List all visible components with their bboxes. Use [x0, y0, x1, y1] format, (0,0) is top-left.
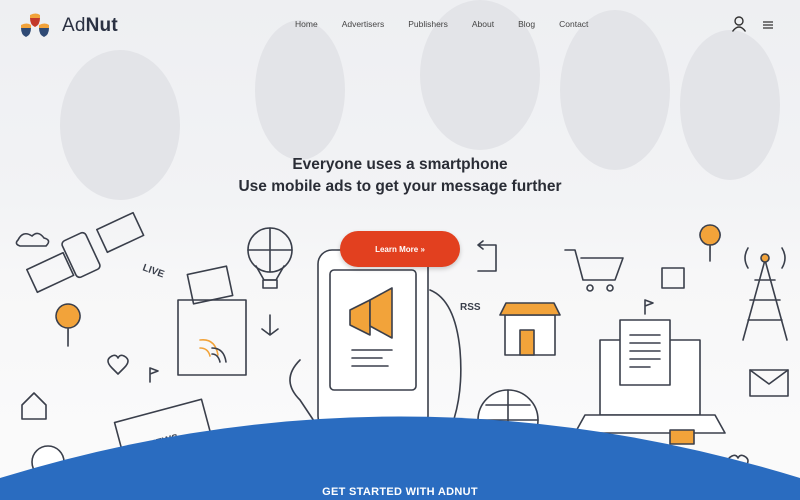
brand-name: AdNut — [62, 15, 118, 36]
live-label: LIVE — [141, 262, 166, 280]
user-icon[interactable] — [731, 16, 747, 32]
brand-logo[interactable]: AdNut — [18, 12, 118, 40]
rss-label: RSS — [460, 302, 481, 313]
hero-line-1: Everyone uses a smartphone — [292, 156, 508, 173]
mailbox-icon — [177, 265, 247, 376]
map-pin-icon — [699, 224, 721, 262]
flag-icon — [644, 299, 654, 315]
smartphone-icon — [289, 249, 462, 451]
satellite-icon — [26, 211, 145, 294]
heart-icon — [727, 454, 749, 475]
nav-item-contact[interactable]: Contact — [559, 19, 588, 29]
nav-item-home[interactable]: Home — [295, 19, 318, 29]
radio-tower-icon — [742, 247, 788, 341]
store-icon — [499, 302, 561, 356]
hero-line-2: Use mobile ads to get your message furth… — [238, 178, 562, 195]
gift-icon — [661, 267, 685, 289]
site-header: AdNut Home Advertisers Publishers About … — [0, 0, 800, 50]
nav-item-blog[interactable]: Blog — [518, 19, 535, 29]
news-label: NEWS — [148, 432, 180, 450]
map-pin-icon — [55, 303, 81, 347]
flag-icon — [149, 367, 159, 383]
wifi-icon — [211, 347, 227, 363]
hamburger-menu-icon[interactable] — [763, 21, 773, 29]
main-nav: Home Advertisers Publishers About Blog C… — [295, 19, 612, 29]
nav-item-publishers[interactable]: Publishers — [408, 19, 448, 29]
arrow-down-icon — [261, 314, 279, 336]
hero-headline: Everyone uses a smartphone Use mobile ad… — [0, 154, 800, 198]
get-started-heading: GET STARTED WITH ADNUT — [322, 486, 478, 498]
house-icon — [21, 392, 47, 420]
nav-item-advertisers[interactable]: Advertisers — [342, 19, 385, 29]
learn-more-button[interactable]: Learn More » — [340, 231, 460, 267]
heart-icon — [107, 354, 129, 375]
laptop-icon — [574, 319, 726, 445]
cloud-icon — [15, 232, 50, 247]
shopping-cart-icon — [564, 249, 624, 292]
refresh-arrows-icon — [477, 240, 497, 272]
acorn-cluster-logo-icon — [21, 13, 49, 37]
envelope-icon — [749, 369, 789, 397]
globe-icon — [477, 389, 539, 451]
hot-air-balloon-icon — [247, 227, 293, 289]
nav-item-about[interactable]: About — [472, 19, 494, 29]
magnifier-icon — [21, 445, 65, 491]
